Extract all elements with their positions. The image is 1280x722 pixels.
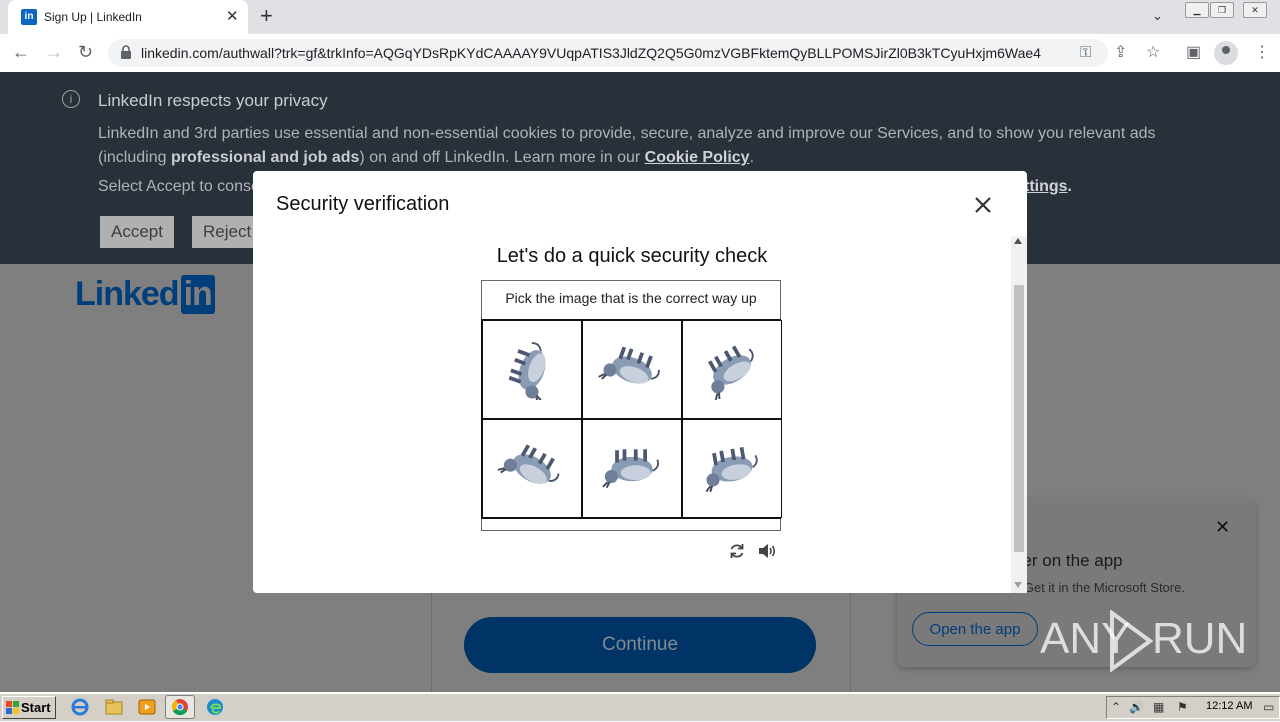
profile-avatar-icon[interactable] (1214, 41, 1238, 65)
start-label: Start (21, 700, 51, 715)
cookie-body: LinkedIn and 3rd parties use essential a… (98, 122, 1178, 170)
app-promo-close-icon[interactable]: ✕ (1215, 517, 1230, 537)
cookie-body-end: . (749, 149, 755, 166)
security-check-heading: Let's do a quick security check (496, 245, 768, 267)
browser-toolbar: ← → ↻ linkedin.com/authwall?trk=gf&trkIn… (0, 34, 1280, 73)
back-arrow-icon[interactable]: ← (12, 42, 30, 62)
cookie-settings-period: . (1067, 178, 1072, 195)
bookmark-star-icon[interactable]: ☆ (1146, 43, 1160, 63)
scroll-down-arrow-icon[interactable] (1014, 582, 1022, 588)
animal-image-icon (602, 448, 660, 488)
captcha-widget: Pick the image that is the correct way u… (481, 280, 782, 531)
tab-title: Sign Up | LinkedIn (44, 10, 142, 24)
show-desktop-icon[interactable]: ▭ (1263, 700, 1274, 714)
internet-explorer-icon[interactable] (70, 697, 90, 717)
reload-icon[interactable]: ↻ (78, 42, 93, 62)
animal-image-icon (705, 446, 758, 492)
cookie-title: LinkedIn respects your privacy (98, 91, 328, 110)
accept-cookies-button[interactable]: Accept (100, 216, 174, 248)
captcha-tile[interactable] (682, 419, 782, 518)
linkedin-logo[interactable]: Linked in (75, 275, 215, 314)
page-content: i LinkedIn respects your privacy LinkedI… (0, 72, 1280, 692)
volume-icon[interactable]: 🔊 (1129, 700, 1144, 714)
tab-search-chevron-icon[interactable]: ⌄ (1152, 8, 1163, 24)
audio-challenge-icon[interactable] (757, 542, 777, 560)
edge-taskbar-icon[interactable] (205, 697, 225, 717)
side-panel-icon[interactable]: ▣ (1186, 43, 1201, 63)
captcha-tile[interactable] (582, 320, 682, 419)
action-center-flag-icon[interactable]: ⚑ (1177, 700, 1188, 714)
windows-taskbar: Start ⌃ 🔊 ▦ ⚑ 12:12 AM ▭ (0, 693, 1280, 721)
lock-icon (121, 45, 131, 59)
captcha-tile[interactable] (582, 419, 682, 518)
cookie-body-text-2: ) on and off LinkedIn. Learn more in our (359, 149, 645, 166)
tab-strip: in Sign Up | LinkedIn ✕ + ⌄ ▁ ❐ ✕ (0, 0, 1280, 34)
linkedin-favicon-icon: in (21, 9, 37, 25)
cookie-consent-text: Select Accept to conse (98, 178, 260, 195)
app-promo-title: tter on the app (1013, 551, 1123, 570)
app-promo-text: ? Get it in the Microsoft Store. (1013, 580, 1185, 595)
key-icon[interactable]: ⚿ (1080, 43, 1091, 63)
captcha-tile[interactable] (482, 320, 582, 419)
browser-menu-icon[interactable]: ⋮ (1254, 43, 1270, 63)
animal-image-icon (508, 341, 546, 400)
security-verification-modal: Security verification Let's do a quick s… (253, 171, 1027, 593)
linkedin-logo-text: Linked (75, 275, 180, 313)
windows-logo-icon (6, 701, 19, 714)
close-window-icon[interactable]: ✕ (1243, 2, 1267, 18)
anyrun-watermark: ANY RUN (1040, 610, 1247, 672)
info-icon: i (62, 90, 80, 108)
continue-button[interactable]: Continue (464, 617, 816, 673)
file-explorer-icon[interactable] (104, 697, 124, 717)
browser-tab[interactable]: in Sign Up | LinkedIn ✕ (8, 0, 248, 34)
forward-arrow-icon[interactable]: → (45, 42, 63, 62)
cookie-settings-link[interactable]: ttings. (1024, 178, 1072, 196)
animal-image-icon (497, 443, 560, 484)
modal-scrollbar[interactable] (1011, 236, 1027, 593)
minimize-window-icon[interactable]: ▁ (1185, 2, 1209, 18)
tray-expand-icon[interactable]: ⌃ (1111, 700, 1121, 714)
animal-image-icon (598, 346, 660, 384)
address-bar[interactable]: linkedin.com/authwall?trk=gf&trkInfo=AQG… (108, 39, 1108, 67)
system-tray: ⌃ 🔊 ▦ ⚑ 12:12 AM ▭ (1106, 696, 1280, 719)
share-icon[interactable]: ⇪ (1114, 43, 1127, 63)
restore-window-icon[interactable]: ❐ (1210, 2, 1234, 18)
open-app-button[interactable]: Open the app (912, 612, 1038, 646)
captcha-tile[interactable] (482, 419, 582, 518)
modal-title: Security verification (276, 193, 450, 215)
captcha-image-grid (481, 319, 782, 519)
network-icon[interactable]: ▦ (1153, 700, 1164, 714)
scroll-up-arrow-icon[interactable] (1014, 238, 1022, 244)
url-text[interactable]: linkedin.com/authwall?trk=gf&trkInfo=AQG… (141, 45, 1041, 61)
cookie-policy-link[interactable]: Cookie Policy (645, 149, 750, 166)
chrome-taskbar-icon[interactable] (165, 695, 195, 719)
play-triangle-icon (1110, 610, 1154, 672)
start-button[interactable]: Start (2, 696, 56, 719)
scrollbar-thumb[interactable] (1014, 285, 1024, 552)
cookie-settings-link-text[interactable]: ttings (1024, 178, 1068, 195)
reload-captcha-icon[interactable] (728, 542, 746, 560)
cookie-body-bold: professional and job ads (170, 149, 360, 166)
media-player-icon[interactable] (137, 697, 157, 717)
close-icon[interactable] (971, 193, 995, 217)
linkedin-logo-in: in (180, 275, 215, 314)
captcha-prompt: Pick the image that is the correct way u… (505, 290, 757, 306)
watermark-text-right: RUN (1152, 614, 1248, 663)
tab-close-icon[interactable]: ✕ (226, 8, 239, 26)
captcha-tile[interactable] (682, 320, 782, 419)
taskbar-clock[interactable]: 12:12 AM (1206, 700, 1252, 712)
animal-image-icon (708, 344, 754, 400)
reject-cookies-button[interactable]: Reject (192, 216, 263, 248)
new-tab-icon[interactable]: + (260, 5, 273, 27)
